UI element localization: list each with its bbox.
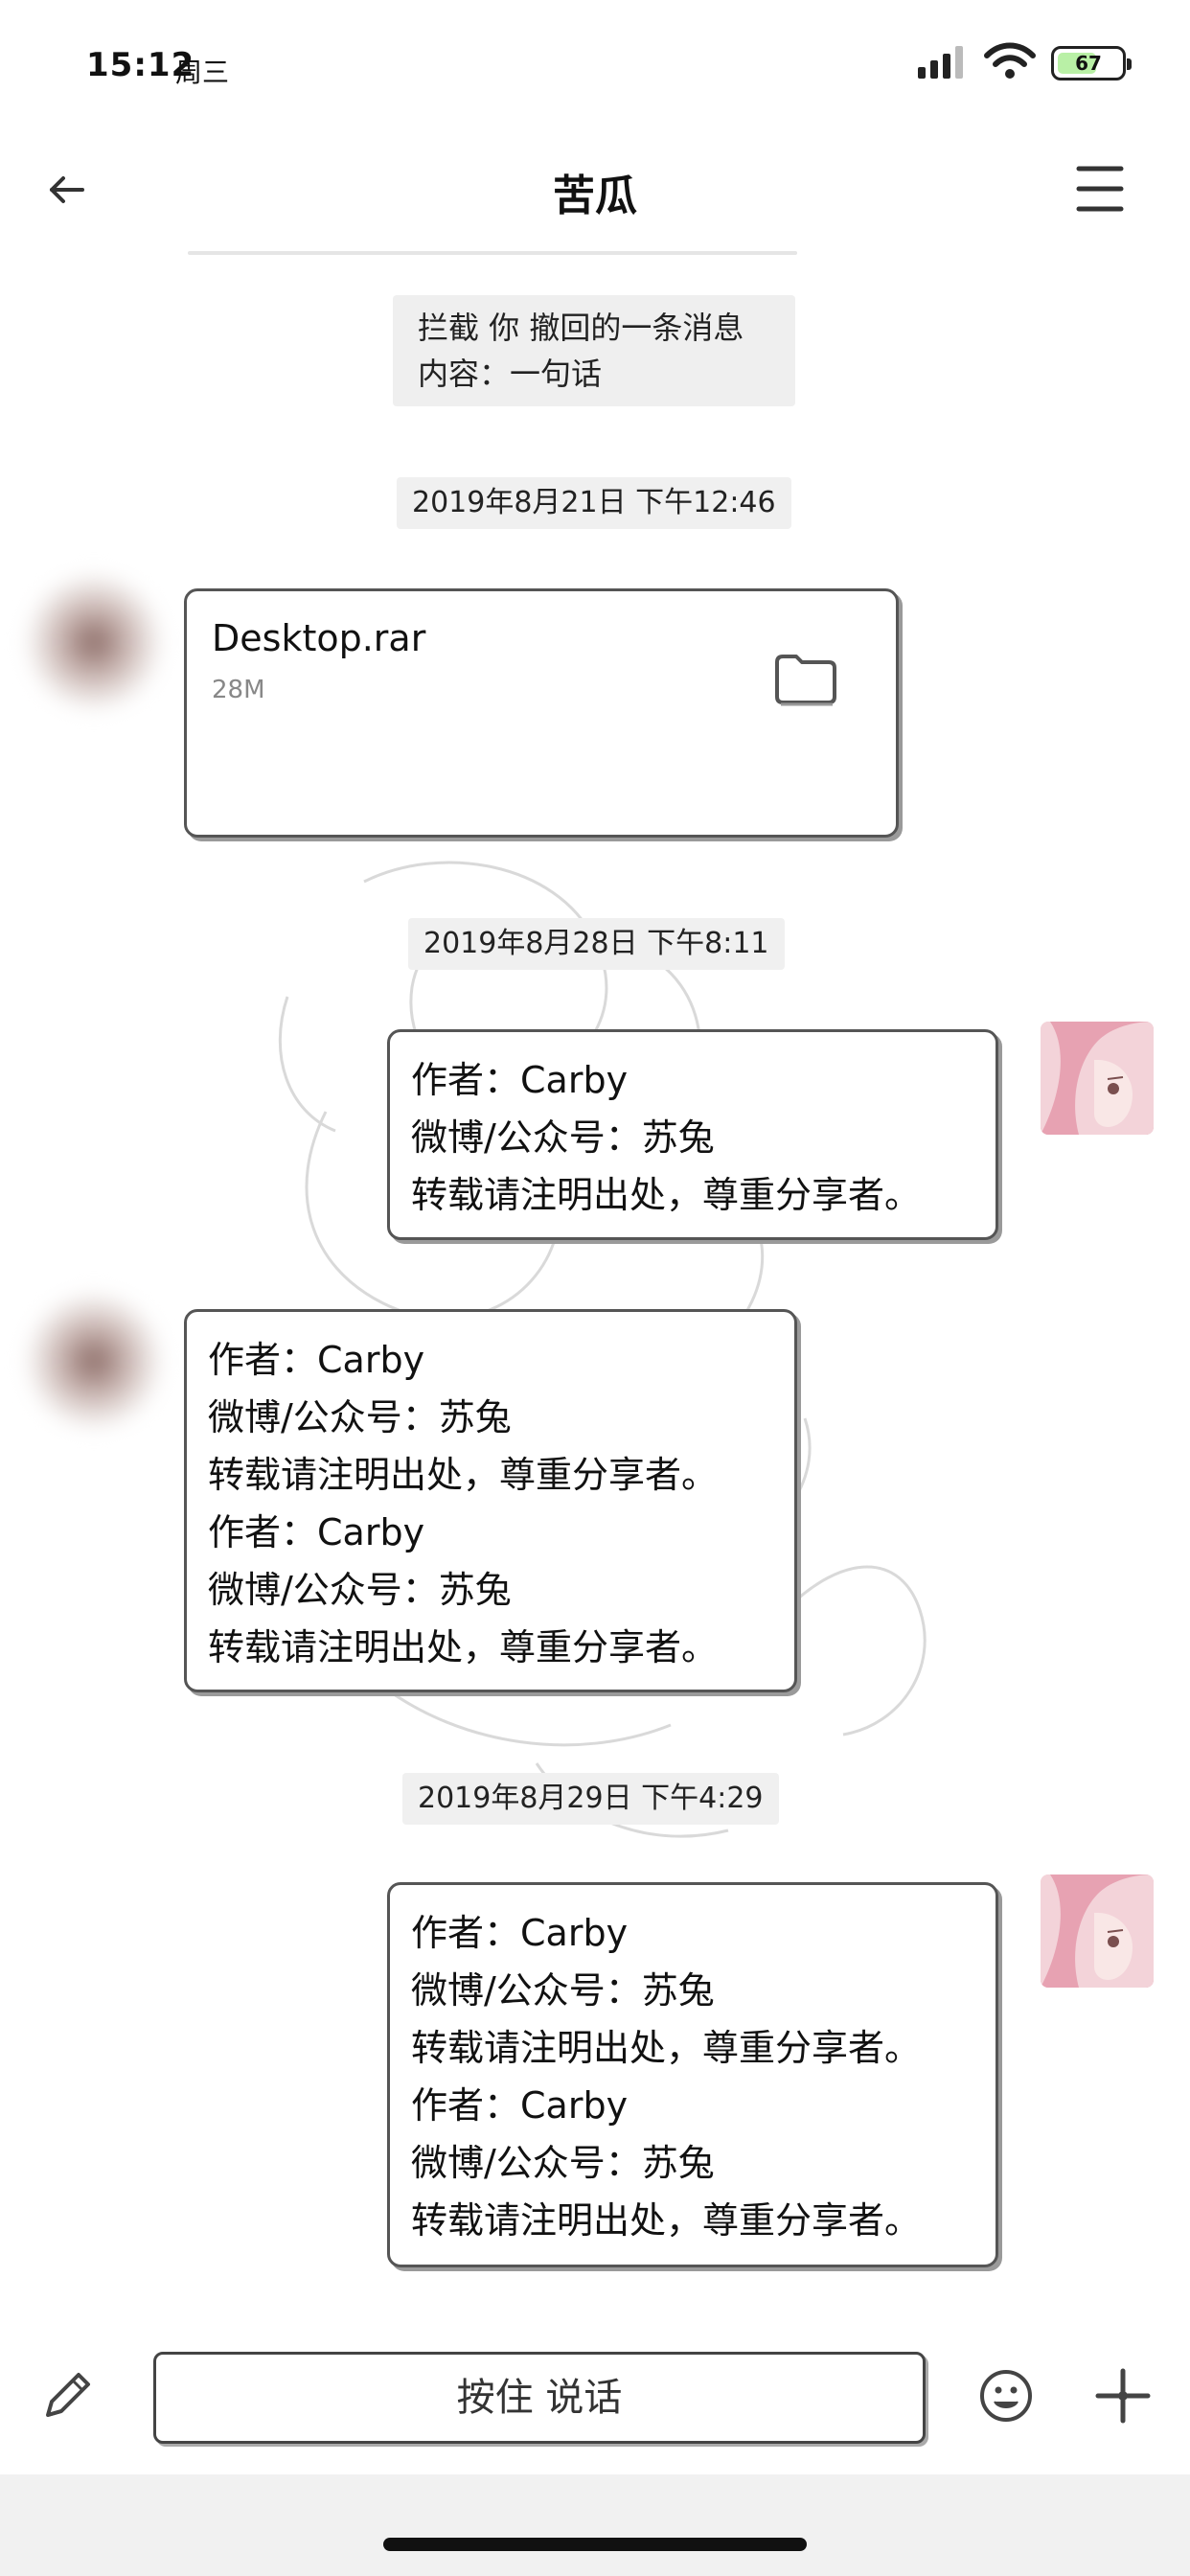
chat-screen: 15:12 周三 67 苦瓜 拦截 你 撤回的一条消息 内容：一句话 2019年… [0,0,1190,2576]
message-line: 微博/公众号：苏兔 [208,1569,512,1611]
battery-icon: 67 [1051,46,1132,80]
anime-girl-avatar-icon [1041,1874,1154,1988]
status-bar: 15:12 周三 67 [0,0,1190,134]
message-line: 转载请注明出处，尊重分享者。 [411,1174,922,1216]
recall-notice-line1: 拦截 你 撤回的一条消息 [418,310,744,346]
message-line: 微博/公众号：苏兔 [411,1116,715,1159]
contact-avatar[interactable] [27,575,161,709]
message-line: 微博/公众号：苏兔 [208,1396,512,1438]
battery-level: 67 [1075,52,1102,75]
bottom-safe-area [0,2474,1190,2576]
home-indicator[interactable] [383,2538,807,2551]
recall-notice: 拦截 你 撤回的一条消息 内容：一句话 [393,295,795,406]
message-bubble-outgoing[interactable]: 作者：Carby 微博/公众号：苏兔 转载请注明出处，尊重分享者。 作者：Car… [387,1882,998,2267]
user-avatar[interactable] [1041,1874,1154,1988]
menu-icon[interactable] [1075,161,1125,217]
message-line: 转载请注明出处，尊重分享者。 [411,2199,922,2242]
message-line: 作者：Carby [411,1059,629,1101]
message-line: 转载请注明出处，尊重分享者。 [208,1454,719,1496]
contact-avatar[interactable] [27,1294,161,1428]
message-line: 作者：Carby [411,2084,629,2127]
cellular-signal-icon [918,46,963,79]
page-title: 苦瓜 [553,172,637,220]
message-line: 转载请注明出处，尊重分享者。 [208,1626,719,1668]
emoji-icon[interactable] [977,2367,1035,2425]
hold-to-talk-button[interactable]: 按住 说话 [153,2352,926,2444]
message-bubble-outgoing[interactable]: 作者：Carby 微博/公众号：苏兔 转载请注明出处，尊重分享者。 [387,1029,998,1240]
anime-girl-avatar-icon [1041,1022,1154,1135]
recall-notice-line2: 内容：一句话 [418,356,603,392]
message-line: 微博/公众号：苏兔 [411,1969,715,2012]
timestamp: 2019年8月21日 下午12:46 [397,477,791,529]
input-bar: 按住 说话 [0,2338,1190,2463]
message-line: 转载请注明出处，尊重分享者。 [411,2027,922,2069]
plus-icon[interactable] [1092,2365,1154,2426]
message-line: 作者：Carby [411,1912,629,1954]
status-day: 周三 [175,57,230,88]
chat-area[interactable]: 拦截 你 撤回的一条消息 内容：一句话 2019年8月21日 下午12:46 D… [0,0,1190,2576]
wifi-icon [984,42,1036,79]
chat-header: 苦瓜 [0,134,1190,259]
file-message[interactable]: Desktop.rar 28M [184,588,899,838]
timestamp: 2019年8月29日 下午4:29 [402,1773,779,1825]
timestamp: 2019年8月28日 下午8:11 [408,918,785,970]
message-line: 微博/公众号：苏兔 [411,2142,715,2184]
message-line: 作者：Carby [208,1511,425,1553]
message-bubble-incoming[interactable]: 作者：Carby 微博/公众号：苏兔 转载请注明出处，尊重分享者。 作者：Car… [184,1309,797,1692]
pencil-icon[interactable] [38,2367,96,2425]
folder-icon [775,655,836,706]
message-line: 作者：Carby [208,1339,425,1381]
user-avatar[interactable] [1041,1022,1154,1135]
